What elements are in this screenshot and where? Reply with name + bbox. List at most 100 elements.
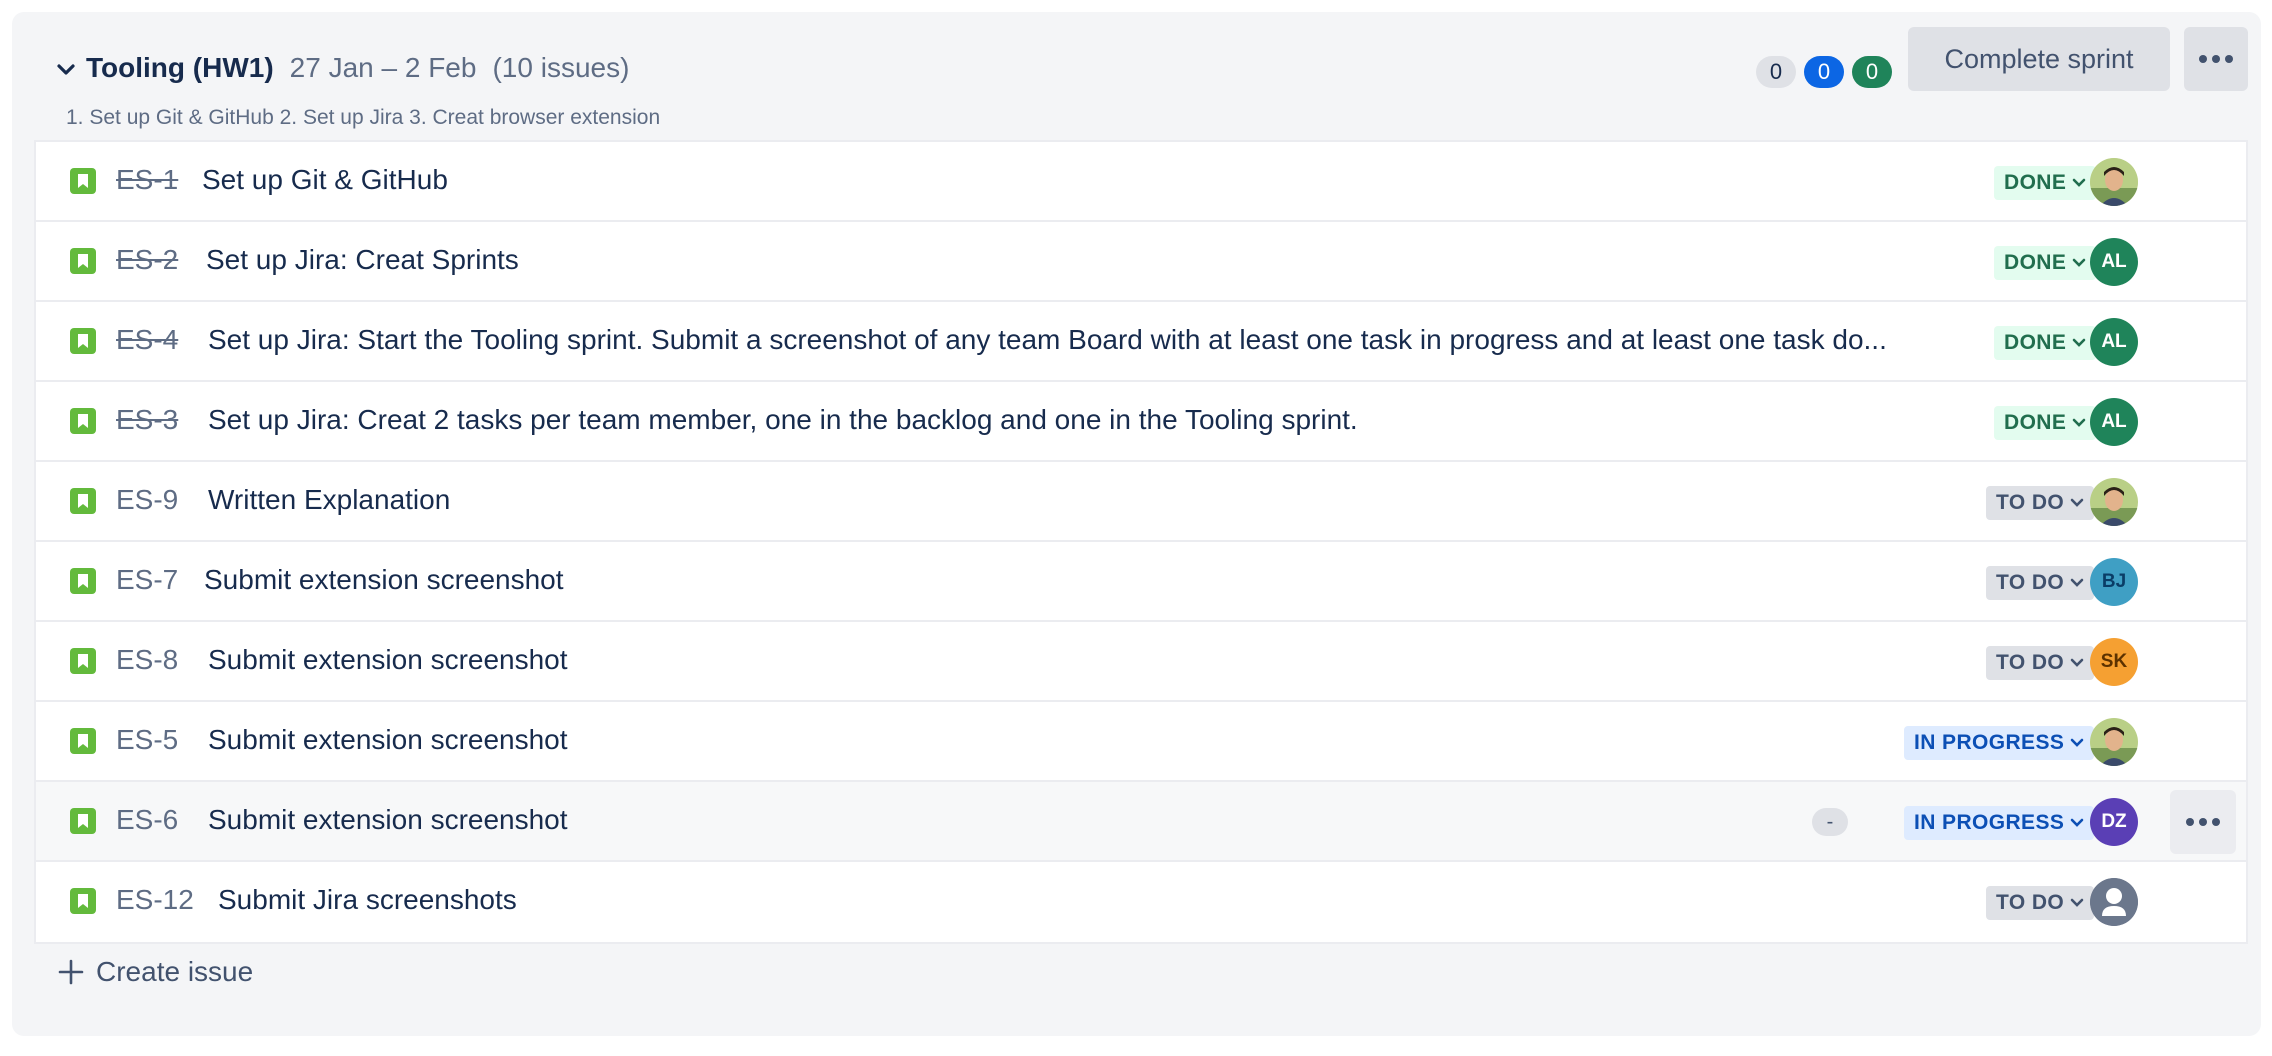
status-dropdown[interactable]: TO DO: [1986, 886, 2095, 920]
story-icon: [70, 408, 96, 434]
story-icon: [70, 248, 96, 274]
status-dropdown[interactable]: IN PROGRESS: [1904, 726, 2095, 760]
issue-list: ES-1 Set up Git & GitHub DONE ES-2 Set u…: [34, 140, 2248, 944]
status-label: DONE: [2004, 171, 2067, 194]
status-label: TO DO: [1996, 651, 2065, 674]
status-label: DONE: [2004, 411, 2067, 434]
chevron-down-icon: [2070, 658, 2084, 667]
status-dropdown[interactable]: DONE: [1994, 326, 2097, 360]
assignee-avatar[interactable]: SK: [2090, 638, 2138, 686]
story-points-estimate[interactable]: -: [1812, 808, 1848, 836]
issue-summary[interactable]: Submit extension screenshot: [208, 804, 1788, 836]
status-dropdown[interactable]: TO DO: [1986, 646, 2095, 680]
issue-summary[interactable]: Submit extension screenshot: [204, 564, 1964, 596]
status-label: TO DO: [1996, 571, 2065, 594]
todo-count-badge: 0: [1756, 56, 1796, 88]
issue-key[interactable]: ES-5: [116, 724, 178, 756]
story-icon: [70, 728, 96, 754]
issue-key[interactable]: ES-7: [116, 564, 178, 596]
issue-summary[interactable]: Set up Jira: Creat 2 tasks per team memb…: [208, 404, 1968, 436]
story-icon: [70, 168, 96, 194]
status-dropdown[interactable]: DONE: [1994, 246, 2097, 280]
issue-row[interactable]: ES-9 Written Explanation TO DO: [36, 462, 2246, 542]
chevron-down-icon: [2072, 338, 2086, 347]
status-dropdown[interactable]: DONE: [1994, 166, 2097, 200]
chevron-down-icon: [2070, 818, 2084, 827]
issue-key[interactable]: ES-4: [116, 324, 178, 356]
issue-row[interactable]: ES-1 Set up Git & GitHub DONE: [36, 142, 2246, 222]
assignee-avatar-photo[interactable]: [2090, 718, 2138, 766]
issue-row[interactable]: ES-4 Set up Jira: Start the Tooling spri…: [36, 302, 2246, 382]
issue-row[interactable]: ES-2 Set up Jira: Creat Sprints DONE AL: [36, 222, 2246, 302]
issue-summary[interactable]: Set up Jira: Creat Sprints: [206, 244, 1966, 276]
assignee-avatar-photo[interactable]: [2090, 158, 2138, 206]
issue-summary[interactable]: Set up Git & GitHub: [202, 164, 1962, 196]
issue-key[interactable]: ES-2: [116, 244, 178, 276]
create-issue-label: Create issue: [96, 956, 254, 987]
issue-summary[interactable]: Set up Jira: Start the Tooling sprint. S…: [208, 324, 1972, 356]
sprint-goal: 1. Set up Git & GitHub 2. Set up Jira 3.…: [66, 106, 661, 129]
unassigned-user-icon[interactable]: [2090, 878, 2138, 926]
assignee-avatar[interactable]: AL: [2090, 398, 2138, 446]
chevron-down-icon: [2070, 898, 2084, 907]
issue-key[interactable]: ES-3: [116, 404, 178, 436]
story-icon: [70, 488, 96, 514]
complete-sprint-button[interactable]: Complete sprint: [1908, 27, 2170, 91]
done-count-badge: 0: [1852, 56, 1892, 88]
sprint-more-actions-icon[interactable]: [2184, 27, 2248, 91]
chevron-down-icon: [2072, 178, 2086, 187]
status-label: DONE: [2004, 251, 2067, 274]
issue-key[interactable]: ES-12: [116, 884, 194, 916]
story-icon: [70, 648, 96, 674]
status-label: IN PROGRESS: [1914, 731, 2065, 754]
sprint-title-row: Tooling (HW1) 27 Jan – 2 Feb (10 issues): [86, 52, 629, 92]
issue-row[interactable]: ES-7 Submit extension screenshot TO DO B…: [36, 542, 2246, 622]
issue-summary[interactable]: Submit extension screenshot: [208, 644, 1968, 676]
sprint-name[interactable]: Tooling (HW1): [86, 52, 274, 84]
row-more-actions-icon[interactable]: [2170, 790, 2236, 854]
story-icon: [70, 568, 96, 594]
issue-summary[interactable]: Submit extension screenshot: [208, 724, 1908, 756]
story-icon: [70, 328, 96, 354]
create-issue-button[interactable]: Create issue: [58, 952, 253, 992]
chevron-down-icon: [2070, 578, 2084, 587]
status-label: DONE: [2004, 331, 2067, 354]
assignee-avatar[interactable]: AL: [2090, 238, 2138, 286]
assignee-avatar-photo[interactable]: [2090, 478, 2138, 526]
plus-icon: [58, 959, 84, 985]
issue-row[interactable]: ES-12 Submit Jira screenshots TO DO: [36, 862, 2246, 942]
issue-summary[interactable]: Written Explanation: [208, 484, 1968, 516]
story-icon: [70, 808, 96, 834]
collapse-chevron-icon[interactable]: [52, 56, 80, 84]
status-dropdown[interactable]: DONE: [1994, 406, 2097, 440]
story-icon: [70, 888, 96, 914]
issue-row[interactable]: ES-5 Submit extension screenshot IN PROG…: [36, 702, 2246, 782]
status-label: TO DO: [1996, 491, 2065, 514]
status-dropdown[interactable]: TO DO: [1986, 566, 2095, 600]
sprint-dates: 27 Jan – 2 Feb: [289, 52, 477, 83]
issue-key[interactable]: ES-9: [116, 484, 178, 516]
issue-row[interactable]: ES-3 Set up Jira: Creat 2 tasks per team…: [36, 382, 2246, 462]
in-progress-count-badge: 0: [1804, 56, 1844, 88]
issue-key[interactable]: ES-1: [116, 164, 178, 196]
status-label: IN PROGRESS: [1914, 811, 2065, 834]
assignee-avatar[interactable]: DZ: [2090, 798, 2138, 846]
status-dropdown[interactable]: IN PROGRESS: [1904, 806, 2095, 840]
issue-summary[interactable]: Submit Jira screenshots: [218, 884, 1978, 916]
assignee-avatar[interactable]: AL: [2090, 318, 2138, 366]
sprint-container: Tooling (HW1) 27 Jan – 2 Feb (10 issues)…: [12, 12, 2261, 1036]
chevron-down-icon: [2072, 418, 2086, 427]
issue-row[interactable]: ES-8 Submit extension screenshot TO DO S…: [36, 622, 2246, 702]
issue-key[interactable]: ES-6: [116, 804, 178, 836]
chevron-down-icon: [2070, 738, 2084, 747]
status-dropdown[interactable]: TO DO: [1986, 486, 2095, 520]
status-counts: 0 0 0: [1756, 56, 1892, 88]
chevron-down-icon: [2072, 258, 2086, 267]
chevron-down-icon: [2070, 498, 2084, 507]
issue-key[interactable]: ES-8: [116, 644, 178, 676]
issue-row[interactable]: ES-6 Submit extension screenshot - IN PR…: [36, 782, 2246, 862]
sprint-issue-count: (10 issues): [492, 52, 630, 83]
assignee-avatar[interactable]: BJ: [2090, 558, 2138, 606]
sprint-header: Tooling (HW1) 27 Jan – 2 Feb (10 issues)…: [12, 12, 2261, 140]
status-label: TO DO: [1996, 891, 2065, 914]
